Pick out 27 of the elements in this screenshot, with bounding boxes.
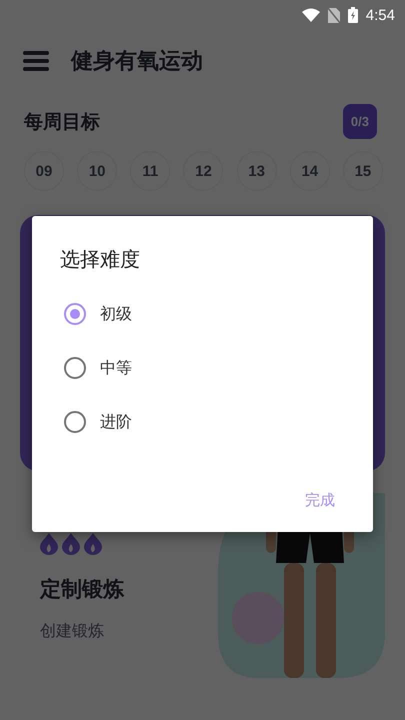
card-subtitle: 创建锻炼 [40,621,105,642]
card-title: 定制锻炼 [40,576,124,603]
option-label: 进阶 [100,412,132,432]
day-circle[interactable]: 11 [130,151,170,191]
day-circle[interactable]: 09 [24,151,64,191]
status-time: 4:54 [366,6,395,24]
wifi-icon [302,8,320,22]
menu-icon[interactable] [23,51,49,71]
option-label: 初级 [100,304,132,324]
day-circle[interactable]: 14 [290,151,330,191]
app-title: 健身有氧运动 [71,48,203,76]
radio-button[interactable] [64,357,86,379]
dialog-title: 选择难度 [60,246,140,273]
day-circle[interactable]: 12 [183,151,224,191]
battery-charging-icon [348,7,358,23]
no-sim-icon [328,8,340,22]
day-circle[interactable]: 15 [342,151,383,191]
radio-option[interactable]: 进阶 [60,395,142,449]
option-label: 中等 [100,358,132,378]
radio-option[interactable]: 初级 [60,287,142,341]
radio-button[interactable] [64,303,86,325]
day-circle[interactable]: 13 [236,151,277,191]
radio-button[interactable] [64,411,86,433]
day-circle[interactable]: 10 [77,151,118,191]
radio-option[interactable]: 中等 [60,341,142,395]
goal-badge: 0/3 [342,104,377,139]
section-title: 每周目标 [24,110,100,134]
